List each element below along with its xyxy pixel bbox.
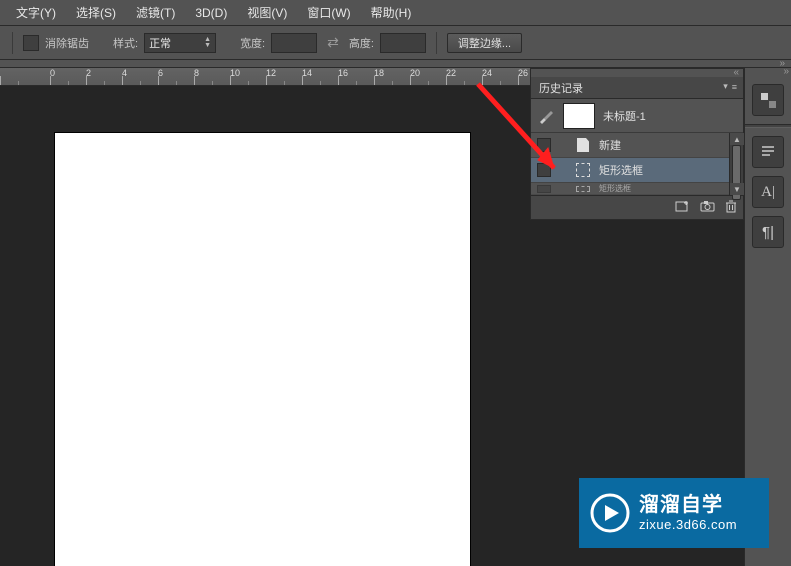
history-source-well[interactable] (537, 185, 551, 193)
history-item[interactable]: 矩形选框 (531, 183, 729, 195)
menu-select[interactable]: 选择(S) (66, 4, 126, 21)
ruler-tick-label: 24 (482, 68, 492, 78)
options-separator-2 (436, 32, 437, 54)
tab-strip: » (0, 60, 791, 68)
menu-text[interactable]: 文字(Y) (6, 4, 66, 21)
ruler-tick-label: 14 (302, 68, 312, 78)
history-brush-icon[interactable] (537, 107, 555, 125)
dock-button-paragraph[interactable] (752, 136, 784, 168)
refine-edge-label: 调整边缘... (458, 35, 511, 51)
dock-button-character[interactable]: A| (752, 176, 784, 208)
marquee-icon (575, 162, 591, 178)
panel-collapse-icon[interactable]: « (733, 69, 743, 77)
ruler-tick-label: 18 (374, 68, 384, 78)
watermark-logo-icon (589, 492, 631, 534)
style-label: 样式: (113, 35, 138, 51)
history-panel-tab[interactable]: 历史记录 ▾ ≡ (531, 77, 743, 99)
history-panel: « 历史记录 ▾ ≡ 未标题-1 新建 (530, 68, 744, 220)
history-snapshot-row[interactable]: 未标题-1 (531, 99, 743, 133)
menu-filter[interactable]: 滤镜(T) (126, 4, 185, 21)
history-item-label: 矩形选框 (599, 162, 643, 178)
ruler-tick-label: 22 (446, 68, 456, 78)
swap-width-height-icon[interactable]: ⇄ (323, 34, 343, 51)
ruler-tick-label: 8 (194, 68, 199, 78)
new-snapshot-icon[interactable] (700, 200, 715, 215)
menu-help[interactable]: 帮助(H) (361, 4, 422, 21)
scroll-down-icon[interactable]: ▼ (730, 183, 744, 195)
history-source-well[interactable] (537, 138, 551, 152)
dock-expand-icon[interactable]: » (783, 68, 791, 76)
menu-3d[interactable]: 3D(D) (185, 6, 237, 20)
history-item[interactable]: 矩形选框 (531, 158, 729, 183)
height-input[interactable] (380, 33, 426, 53)
ruler-tick-label: 12 (266, 68, 276, 78)
ruler-tick-label: 0 (50, 68, 55, 78)
antialias-label: 消除锯齿 (45, 35, 89, 51)
refine-edge-button[interactable]: 调整边缘... (447, 33, 522, 53)
ruler-tick-label: 4 (122, 68, 127, 78)
scroll-up-icon[interactable]: ▲ (730, 133, 744, 145)
history-panel-title: 历史记录 (539, 80, 583, 96)
history-list: 新建 矩形选框 矩形选框 (531, 133, 743, 195)
history-item[interactable]: 新建 (531, 133, 729, 158)
menu-bar: 文字(Y) 选择(S) 滤镜(T) 3D(D) 视图(V) 窗口(W) 帮助(H… (0, 0, 791, 26)
snapshot-name: 未标题-1 (603, 108, 646, 124)
panel-menu-icon[interactable]: ▾ (723, 81, 728, 92)
ruler-tick-label: 2 (86, 68, 91, 78)
ruler-tick-label: 6 (158, 68, 163, 78)
watermark-sub-text: zixue.3d66.com (639, 517, 737, 533)
dock-divider (745, 124, 791, 128)
document-canvas[interactable] (55, 133, 470, 566)
chevron-updown-icon: ▲▼ (204, 37, 211, 49)
width-label: 宽度: (240, 35, 265, 51)
options-separator (12, 32, 13, 54)
snapshot-thumbnail (563, 103, 595, 129)
delete-state-icon[interactable] (725, 200, 737, 216)
dock-button-paragraph-styles[interactable]: ¶| (752, 216, 784, 248)
watermark-badge: 溜溜自学 zixue.3d66.com (579, 478, 769, 548)
style-select-value: 正常 (149, 35, 204, 51)
panel-menu-lines-icon[interactable]: ≡ (732, 82, 737, 92)
file-icon (575, 137, 591, 153)
history-footer (531, 195, 743, 219)
width-input[interactable] (271, 33, 317, 53)
watermark-main-text: 溜溜自学 (639, 493, 737, 517)
dock-button-swatches[interactable] (752, 84, 784, 116)
workspace: 0 2 4 6 8 10 12 14 16 18 20 22 24 26 » A… (0, 68, 791, 566)
menu-view[interactable]: 视图(V) (237, 4, 297, 21)
marquee-icon (575, 181, 591, 197)
ruler-tick-label: 20 (410, 68, 420, 78)
ruler-tick-label: 10 (230, 68, 240, 78)
style-select[interactable]: 正常 ▲▼ (144, 33, 216, 53)
antialias-checkbox[interactable] (23, 35, 39, 51)
options-bar: 消除锯齿 样式: 正常 ▲▼ 宽度: ⇄ 高度: 调整边缘... (0, 26, 791, 60)
ruler-tick-label: 16 (338, 68, 348, 78)
create-document-from-state-icon[interactable] (675, 200, 690, 216)
menu-window[interactable]: 窗口(W) (297, 4, 360, 21)
history-item-label: 新建 (599, 137, 621, 153)
history-source-well[interactable] (537, 163, 551, 177)
history-item-label: 矩形选框 (599, 183, 631, 194)
history-scrollbar[interactable]: ▲ ▼ (729, 133, 743, 195)
ruler-tick-label: 26 (518, 68, 528, 78)
height-label: 高度: (349, 35, 374, 51)
